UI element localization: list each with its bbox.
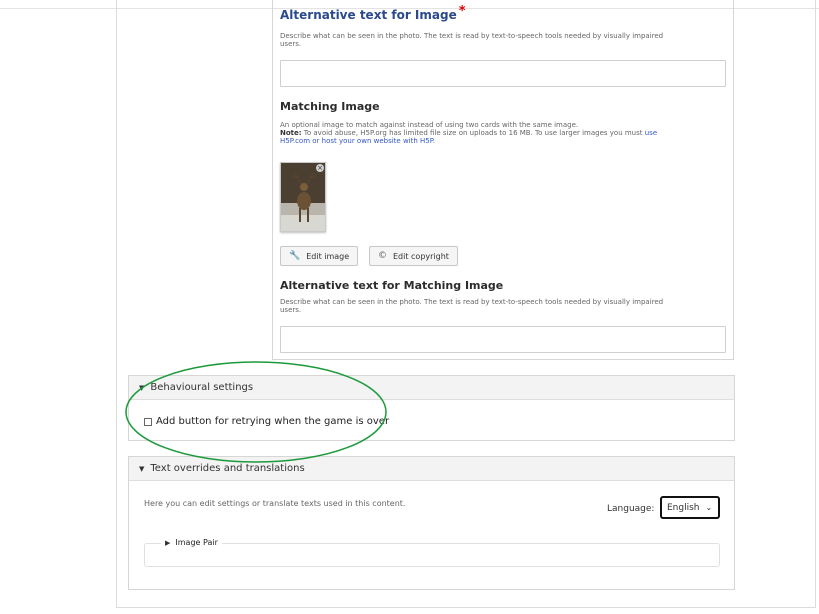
caret-down-icon: ▼: [139, 383, 145, 392]
h5p-link-part1[interactable]: use: [645, 129, 657, 137]
language-label: Language:: [607, 504, 655, 514]
retry-option[interactable]: Add button for retrying when the game is…: [144, 416, 389, 427]
alt-image-description: Describe what can be seen in the photo. …: [280, 32, 663, 48]
image-pair-group: ▶ Image Pair: [144, 538, 720, 567]
edit-copyright-button[interactable]: © Edit copyright: [369, 246, 458, 266]
alt-matching-description-line1: Describe what can be seen in the photo. …: [280, 298, 664, 306]
chevron-down-icon: ⌄: [705, 503, 713, 512]
alt-matching-input[interactable]: [280, 326, 726, 353]
image-pair-legend[interactable]: ▶ Image Pair: [161, 538, 222, 547]
note-label: Note:: [280, 129, 302, 137]
language-select[interactable]: English ⌄: [660, 496, 720, 519]
text-overrides-description: Here you can edit settings or translate …: [144, 499, 406, 508]
matching-image-description: An optional image to match against inste…: [280, 121, 726, 145]
alt-image-description-line2: users.: [280, 40, 302, 48]
retry-checkbox[interactable]: [144, 417, 152, 426]
copyright-icon: ©: [378, 251, 387, 261]
edit-copyright-label: Edit copyright: [393, 251, 449, 261]
alt-matching-description: Describe what can be seen in the photo. …: [280, 298, 663, 314]
matching-image-note: Note: To avoid abuse, H5P.org has limite…: [280, 129, 726, 137]
alt-matching-title: Alternative text for Matching Image: [280, 279, 504, 292]
alt-image-description-line1: Describe what can be seen in the photo. …: [280, 32, 664, 40]
caret-right-icon: ▶: [165, 538, 171, 547]
matching-image-title: Matching Image: [280, 100, 380, 113]
deer-photo: [281, 163, 325, 231]
matching-image-description-line1: An optional image to match against inste…: [280, 121, 579, 129]
note-end: .: [432, 137, 436, 145]
wrench-icon: 🔧: [289, 251, 301, 261]
text-overrides-title: Text overrides and translations: [150, 463, 305, 474]
caret-down-icon: ▼: [139, 464, 145, 473]
alt-image-title-text: Alternative text for Image: [280, 8, 457, 22]
required-mark: *: [458, 4, 466, 19]
edit-image-label: Edit image: [306, 251, 350, 261]
image-pair-label: Image Pair: [175, 538, 218, 547]
matching-image-note-line2: H5P.com or host your own website with H5…: [280, 137, 726, 145]
behavioural-settings-title: Behavioural settings: [150, 382, 254, 393]
note-text: To avoid abuse, H5P.org has limited file…: [301, 129, 645, 137]
alt-image-input[interactable]: [280, 60, 726, 87]
remove-image-icon[interactable]: ×: [316, 164, 324, 172]
alt-image-title: Alternative text for Image *: [280, 4, 466, 23]
behavioural-settings-section: ▼ Behavioural settings: [128, 375, 735, 441]
alt-matching-description-line2: users.: [280, 306, 302, 314]
matching-image-thumbnail[interactable]: ×: [280, 162, 326, 232]
behavioural-settings-header[interactable]: ▼ Behavioural settings: [129, 376, 734, 400]
retry-checkbox-label[interactable]: Add button for retrying when the game is…: [156, 416, 389, 427]
h5p-link[interactable]: H5P.com or host your own website with H5…: [280, 137, 433, 145]
language-selected-value: English: [667, 502, 700, 513]
text-overrides-header[interactable]: ▼ Text overrides and translations: [129, 457, 734, 481]
edit-image-button[interactable]: 🔧 Edit image: [280, 246, 359, 266]
text-overrides-section: ▼ Text overrides and translations: [128, 456, 735, 590]
